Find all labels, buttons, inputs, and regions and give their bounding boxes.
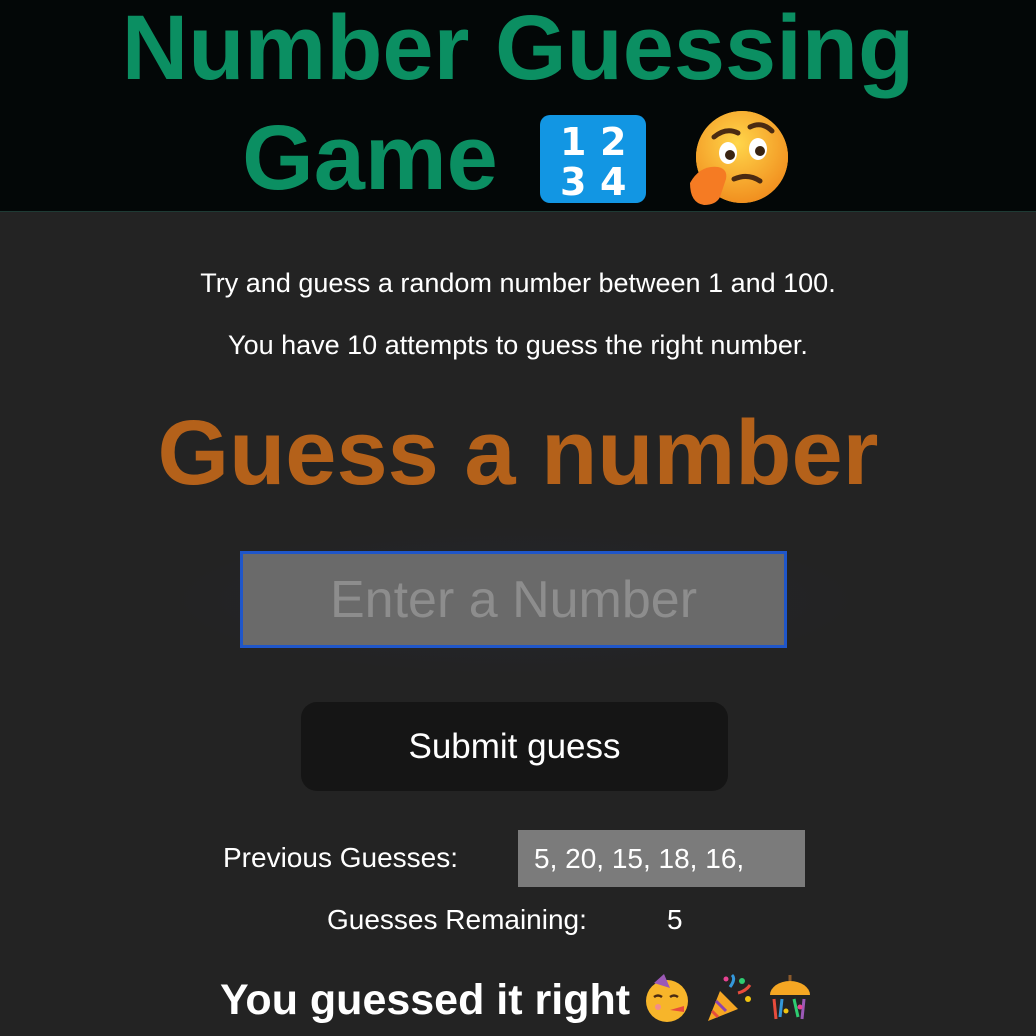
result-message-text: You guessed it right [219, 976, 631, 1024]
input-numbers-icon: 1 2 3 4 [539, 114, 646, 204]
previous-guesses-row: Previous Guesses: 5, 20, 15, 18, 16, [0, 830, 1036, 887]
result-message: You guessed it right [0, 973, 1036, 1029]
title-line-1: Number Guessing [121, 0, 915, 99]
description-range: Try and guess a random number between 1 … [200, 268, 836, 298]
title-line-2: Game 1 2 3 4 [0, 109, 1036, 215]
party-popper-icon [702, 973, 754, 1025]
title-line-2-text: Game [242, 107, 498, 209]
svg-text:2: 2 [600, 120, 626, 164]
previous-guesses-label: Previous Guesses: [223, 842, 458, 873]
guesses-remaining-label: Guesses Remaining: [327, 904, 587, 935]
svg-text:4: 4 [600, 160, 626, 203]
thinking-face-icon [684, 109, 794, 209]
header: Number Guessing Game 1 2 3 4 [0, 0, 1036, 212]
partying-face-icon [640, 973, 692, 1025]
previous-guesses-values: 5, 20, 15, 18, 16, [518, 830, 805, 887]
svg-text:1: 1 [560, 120, 586, 164]
guess-heading: Guess a number [157, 402, 879, 504]
svg-text:3: 3 [560, 160, 586, 203]
confetti-ball-icon [764, 973, 816, 1025]
submit-guess-button[interactable]: Submit guess [301, 702, 728, 791]
page: Number Guessing Game 1 2 3 4 Try and gue… [0, 0, 1036, 1036]
description-attempts: You have 10 attempts to guess the right … [228, 330, 808, 360]
guesses-remaining-value: 5 [667, 904, 683, 935]
guess-input[interactable] [240, 551, 787, 648]
